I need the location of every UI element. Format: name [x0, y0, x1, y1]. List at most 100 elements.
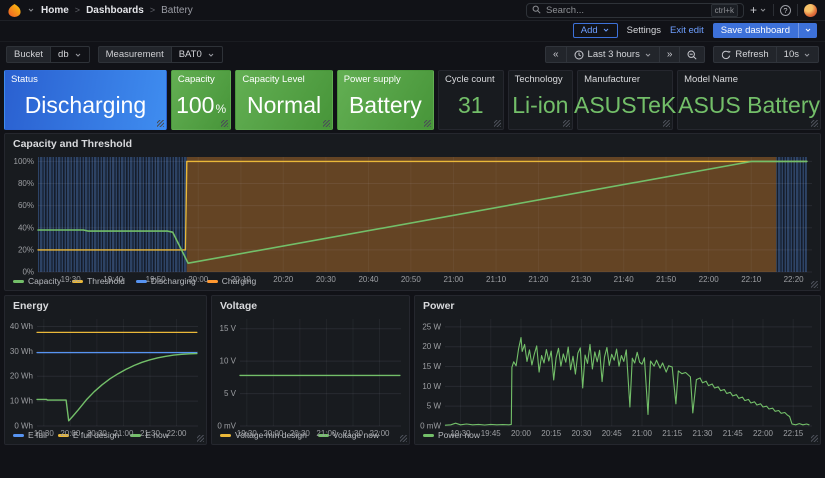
svg-text:19:30: 19:30	[450, 429, 471, 438]
refresh-interval-select[interactable]: 10s	[777, 47, 818, 62]
time-range-picker[interactable]: Last 3 hours	[567, 47, 660, 62]
add-button[interactable]: Add	[572, 22, 618, 38]
stat-title: Capacity Level	[242, 74, 305, 85]
svg-text:22:00: 22:00	[753, 429, 774, 438]
panel-resize-handle[interactable]	[424, 120, 432, 127]
panel-resize-handle[interactable]	[811, 120, 819, 127]
svg-text:21:30: 21:30	[692, 429, 713, 438]
panel-resize-handle[interactable]	[221, 120, 229, 127]
refresh-label: Refresh	[735, 49, 769, 60]
measurement-variable[interactable]: Measurement BAT0	[97, 46, 223, 63]
series-power-now	[444, 337, 810, 426]
energy-chart[interactable]: 0 Wh 10 Wh 20 Wh 30 Wh 40 Wh 19:30 20:00 20:30 2…	[5, 314, 206, 438]
panel-resize-handle[interactable]	[811, 435, 818, 442]
chart-canvas[interactable]: 0 mV 5 V 10 V 15 V 19:30 20:00 20:30 21:00 21:30…	[212, 314, 409, 439]
stat-panel-power-supply[interactable]: Power supply Battery	[336, 70, 435, 130]
stat-title: Manufacturer	[584, 74, 641, 85]
region-charging	[186, 157, 777, 272]
power-chart[interactable]: 0 mW 5 W 10 W 15 W 20 W 25 W 19:30 19:45 20:00 20…	[415, 314, 820, 438]
stat-panel-model-name[interactable]: Model Name ASUS Battery	[677, 70, 822, 130]
stat-panel-cycle-count[interactable]: Cycle count 31	[438, 70, 504, 130]
panel-resize-handle[interactable]	[563, 120, 571, 127]
panel-resize-handle[interactable]	[663, 120, 671, 127]
panel-title[interactable]: Voltage	[212, 296, 409, 314]
org-chevron-icon[interactable]	[27, 1, 35, 19]
stat-panel-capacity[interactable]: Capacity 100%	[170, 70, 232, 130]
svg-text:21:30: 21:30	[571, 275, 592, 284]
svg-text:20 Wh: 20 Wh	[10, 372, 33, 381]
chart-canvas[interactable]: 0% 20% 40% 60% 80% 100% 19:30 19:40 19:50 20:00 20…	[5, 152, 820, 285]
panel-resize-handle[interactable]	[322, 120, 330, 127]
nav-divider	[773, 4, 774, 16]
panel-resize-handle[interactable]	[156, 120, 164, 127]
svg-text:21:40: 21:40	[614, 275, 635, 284]
search-icon	[532, 1, 541, 19]
stat-title: Model Name	[684, 74, 738, 85]
svg-text:22:20: 22:20	[784, 275, 805, 284]
save-options-button[interactable]	[798, 22, 817, 38]
refresh-interval-value: 10s	[783, 49, 799, 60]
stat-panel-technology[interactable]: Technology Li-ion	[507, 70, 574, 130]
panel-energy: Energy 0 Wh 10 Wh 20 Wh 30 Wh 40 Wh 19:30 20:0…	[4, 295, 207, 445]
grafana-logo-icon[interactable]	[8, 3, 21, 17]
breadcrumb-home[interactable]: Home	[41, 5, 69, 16]
svg-text:21:30: 21:30	[140, 429, 161, 438]
chevron-down-icon	[805, 28, 811, 32]
svg-text:0 mW: 0 mW	[420, 422, 441, 431]
time-shift-forward-button[interactable]: »	[660, 47, 681, 62]
svg-text:5 V: 5 V	[224, 389, 237, 398]
zoom-out-button[interactable]	[680, 47, 704, 62]
panel-title[interactable]: Energy	[5, 296, 206, 314]
stat-panel-capacity-level[interactable]: Capacity Level Normal	[235, 70, 333, 130]
measurement-select[interactable]: BAT0	[170, 46, 223, 63]
svg-text:20:30: 20:30	[571, 429, 592, 438]
svg-text:22:00: 22:00	[369, 429, 390, 438]
bucket-select[interactable]: db	[50, 46, 90, 63]
voltage-chart[interactable]: 0 mV 5 V 10 V 15 V 19:30 20:00 20:30 21:00 21:30…	[212, 314, 409, 438]
stat-value: Normal	[247, 91, 322, 118]
breadcrumb-dashboards[interactable]: Dashboards	[86, 5, 144, 16]
svg-text:21:00: 21:00	[443, 275, 464, 284]
panel-title[interactable]: Capacity and Threshold	[5, 134, 820, 152]
new-button[interactable]: +	[750, 4, 767, 16]
stat-panel-manufacturer[interactable]: Manufacturer ASUSTeK	[574, 70, 677, 130]
search-input[interactable]	[545, 4, 706, 16]
svg-text:20:10: 20:10	[231, 275, 252, 284]
time-range-label: Last 3 hours	[587, 49, 640, 60]
panel-voltage: Voltage 0 mV 5 V 10 V 15 V 19:30 20:00 20:30 21…	[211, 295, 410, 445]
stat-value: ASUSTeK	[574, 91, 677, 118]
exit-edit-button[interactable]: Exit edit	[670, 25, 704, 36]
settings-button[interactable]: Settings	[627, 25, 661, 36]
avatar[interactable]	[804, 3, 817, 17]
svg-text:20:00: 20:00	[511, 429, 532, 438]
svg-text:21:15: 21:15	[662, 429, 683, 438]
bucket-value: db	[58, 49, 69, 60]
svg-text:21:20: 21:20	[528, 275, 549, 284]
svg-text:60%: 60%	[18, 201, 34, 210]
stat-panel-status[interactable]: Status Discharging	[4, 70, 167, 130]
capacity-threshold-chart[interactable]: 0% 20% 40% 60% 80% 100% 19:30 19:40 19:50 20:00 20…	[5, 152, 820, 284]
panel-resize-handle[interactable]	[811, 281, 818, 288]
refresh-button[interactable]: Refresh	[714, 47, 777, 62]
panel-resize-handle[interactable]	[197, 435, 204, 442]
chevron-down-icon	[760, 8, 766, 12]
svg-text:20:40: 20:40	[358, 275, 379, 284]
help-icon[interactable]: ?	[780, 4, 791, 16]
panel-resize-handle[interactable]	[400, 435, 407, 442]
breadcrumb-current: Battery	[161, 4, 193, 16]
refresh-group: Refresh 10s	[713, 46, 819, 63]
panel-resize-handle[interactable]	[493, 120, 501, 127]
bucket-label: Bucket	[6, 46, 51, 63]
time-shift-back-button[interactable]: «	[546, 47, 567, 62]
bucket-variable[interactable]: Bucket db	[6, 46, 90, 63]
svg-text:21:10: 21:10	[486, 275, 507, 284]
chevron-down-icon	[603, 28, 609, 32]
panel-title[interactable]: Power	[415, 296, 820, 314]
stat-title: Cycle count	[445, 74, 495, 85]
chart-canvas[interactable]: 0 Wh 10 Wh 20 Wh 30 Wh 40 Wh 19:30 20:00 20:30 2…	[5, 314, 206, 439]
save-dashboard-button[interactable]: Save dashboard	[712, 22, 817, 38]
chart-canvas[interactable]: 0 mW 5 W 10 W 15 W 20 W 25 W 19:30 19:45 20:00 20…	[415, 314, 820, 439]
svg-text:25 W: 25 W	[422, 322, 441, 331]
svg-text:19:30: 19:30	[237, 429, 258, 438]
search-box[interactable]: ctrl+k	[525, 1, 744, 19]
